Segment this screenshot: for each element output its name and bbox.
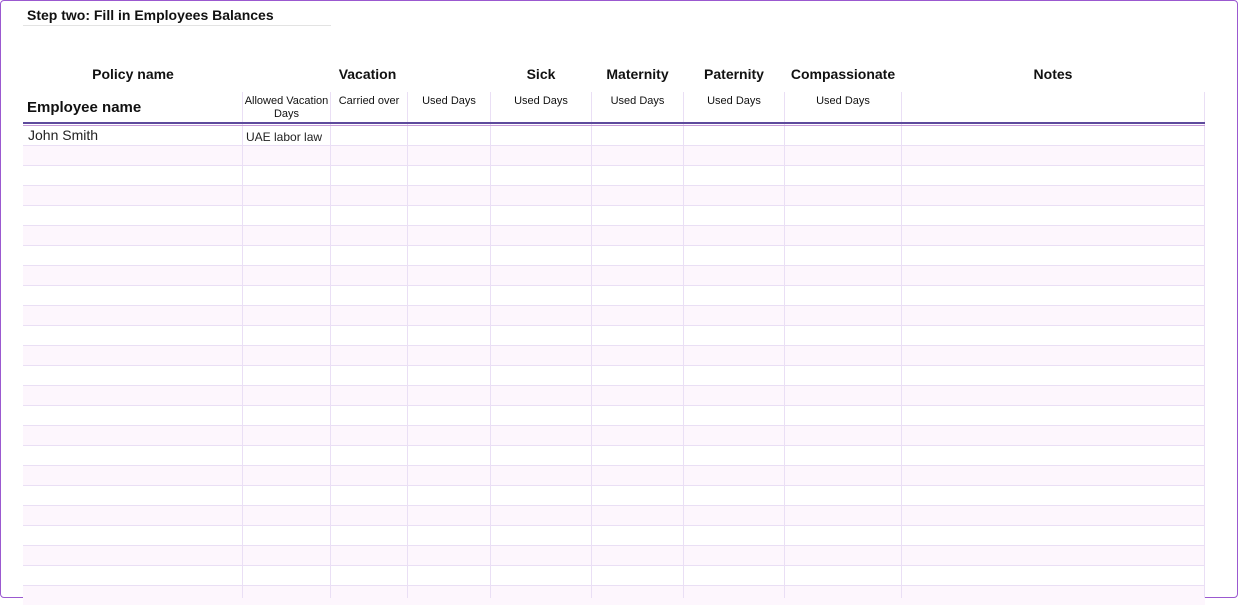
vacation-used-days-subheader: Used Days: [422, 95, 476, 107]
column-line: [784, 92, 785, 598]
row-line: [23, 225, 1205, 226]
notes-header: Notes: [1033, 66, 1073, 82]
row-line: [23, 265, 1205, 266]
step-title: Step two: Fill in Employees Balances: [27, 7, 274, 23]
row-band: [23, 385, 1205, 405]
column-line: [901, 92, 902, 598]
step-title-underline: [23, 25, 331, 26]
row-line: [23, 425, 1205, 426]
employee-name-cell[interactable]: John Smith: [28, 127, 98, 143]
row-line: [23, 525, 1205, 526]
row-line: [23, 145, 1205, 146]
row-band: [23, 345, 1205, 365]
sick-header: Sick: [526, 66, 556, 82]
row-band: [23, 225, 1205, 245]
column-line: [490, 92, 491, 598]
paternity-header: Paternity: [704, 66, 764, 82]
paternity-used-days-subheader: Used Days: [707, 95, 761, 107]
row-line: [23, 365, 1205, 366]
row-line: [23, 325, 1205, 326]
column-line: [407, 92, 408, 598]
row-band: [23, 505, 1205, 525]
row-line: [23, 465, 1205, 466]
column-line: [683, 92, 684, 598]
row-line: [23, 445, 1205, 446]
vacation-header: Vacation: [338, 66, 397, 82]
header-rule-accent: [23, 125, 1205, 126]
row-line: [23, 285, 1205, 286]
compassionate-header: Compassionate: [790, 66, 896, 82]
row-line: [23, 245, 1205, 246]
row-band: [23, 185, 1205, 205]
row-band: [23, 265, 1205, 285]
row-band: [23, 465, 1205, 485]
row-line: [23, 565, 1205, 566]
row-line: [23, 585, 1205, 586]
row-band: [23, 425, 1205, 445]
row-line: [23, 185, 1205, 186]
column-line: [1204, 92, 1205, 598]
row-line: [23, 305, 1205, 306]
allowed-vacation-days-subheader: Allowed Vacation Days: [244, 95, 329, 120]
sick-used-days-subheader: Used Days: [514, 95, 568, 107]
row-band: [23, 305, 1205, 325]
row-line: [23, 385, 1205, 386]
maternity-header: Maternity: [606, 66, 669, 82]
row-line: [23, 345, 1205, 346]
employee-name-header: Employee name: [27, 99, 142, 116]
column-line: [591, 92, 592, 598]
column-line: [242, 92, 243, 598]
header-rule: [23, 122, 1205, 124]
row-line: [23, 165, 1205, 166]
carried-over-subheader: Carried over: [338, 95, 400, 107]
row-band: [23, 585, 1205, 605]
row-line: [23, 485, 1205, 486]
row-band: [23, 545, 1205, 565]
row-line: [23, 405, 1205, 406]
row-line: [23, 545, 1205, 546]
row-band: [23, 145, 1205, 165]
maternity-used-days-subheader: Used Days: [610, 95, 665, 107]
policy-cell[interactable]: UAE labor law: [246, 130, 322, 144]
column-line: [330, 92, 331, 598]
row-line: [23, 205, 1205, 206]
policy-name-header: Policy name: [92, 66, 174, 82]
row-line: [23, 505, 1205, 506]
compassionate-used-days-subheader: Used Days: [816, 95, 870, 107]
